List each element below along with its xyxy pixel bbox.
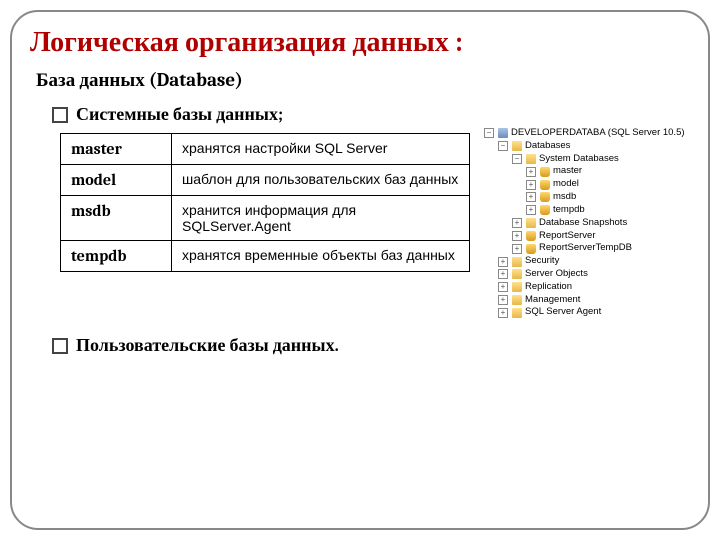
tree-label: SQL Server Agent (525, 306, 601, 319)
object-explorer-tree: − DEVELOPERDATABA (SQL Server 10.5) − Da… (484, 127, 685, 319)
tree-label: Server Objects (525, 268, 588, 281)
square-bullet-icon (52, 338, 68, 354)
expand-icon[interactable]: + (512, 244, 522, 254)
collapse-icon[interactable]: − (498, 141, 508, 151)
tree-label: Database Snapshots (539, 217, 627, 230)
tree-security-node[interactable]: + Security (484, 255, 685, 268)
expand-icon[interactable]: + (498, 295, 508, 305)
folder-icon (512, 257, 522, 267)
folder-icon (512, 295, 522, 305)
folder-icon (512, 269, 522, 279)
folder-icon (512, 282, 522, 292)
tree-db-item[interactable]: + ReportServer (484, 230, 685, 243)
folder-icon (526, 218, 536, 228)
expand-icon[interactable]: + (526, 167, 536, 177)
collapse-icon[interactable]: − (484, 128, 494, 138)
tree-db-item[interactable]: + model (484, 178, 685, 191)
database-icon (540, 167, 550, 177)
bullet-user: Пользовательские базы данных. (52, 335, 690, 356)
collapse-icon[interactable]: − (512, 154, 522, 164)
database-icon (540, 192, 550, 202)
folder-icon (512, 141, 522, 151)
db-name: model (61, 165, 172, 196)
bullet-system-text: Системные базы данных; (76, 104, 283, 125)
tree-system-db-node[interactable]: − System Databases (484, 153, 685, 166)
expand-icon[interactable]: + (498, 282, 508, 292)
tree-label: System Databases (539, 153, 619, 166)
database-icon (540, 205, 550, 215)
table-row: msdb хранится информация для SQLServer.A… (61, 196, 470, 241)
tree-serverobjects-node[interactable]: + Server Objects (484, 268, 685, 281)
db-name: msdb (61, 196, 172, 241)
expand-icon[interactable]: + (498, 257, 508, 267)
bullet-system: Системные базы данных; (52, 104, 690, 125)
table-row: model шаблон для пользовательских баз да… (61, 165, 470, 196)
db-desc: хранятся настройки SQL Server (172, 134, 470, 165)
expand-icon[interactable]: + (498, 308, 508, 318)
tree-db-item[interactable]: + ReportServerTempDB (484, 242, 685, 255)
folder-icon (512, 308, 522, 318)
tree-label: ReportServer (539, 230, 596, 243)
db-name: master (61, 134, 172, 165)
tree-label: DEVELOPERDATABA (SQL Server 10.5) (511, 127, 685, 140)
tree-label: master (553, 165, 582, 178)
tree-db-item[interactable]: + tempdb (484, 204, 685, 217)
slide-subtitle: База данных (Database) (36, 69, 690, 92)
database-icon (526, 231, 536, 241)
content-row: master хранятся настройки SQL Server mod… (30, 133, 690, 319)
expand-icon[interactable]: + (526, 180, 536, 190)
tree-db-item[interactable]: + master (484, 165, 685, 178)
tree-databases-node[interactable]: − Databases (484, 140, 685, 153)
table-row: tempdb хранятся временные объекты баз да… (61, 241, 470, 272)
bullet-user-text: Пользовательские базы данных. (76, 335, 339, 356)
database-icon (540, 180, 550, 190)
expand-icon[interactable]: + (512, 218, 522, 228)
expand-icon[interactable]: + (526, 192, 536, 202)
folder-icon (526, 154, 536, 164)
db-desc: хранится информация для SQLServer.Agent (172, 196, 470, 241)
db-desc: шаблон для пользовательских баз данных (172, 165, 470, 196)
tree-label: Replication (525, 281, 572, 294)
database-icon (526, 244, 536, 254)
tree-label: model (553, 178, 579, 191)
db-desc: хранятся временные объекты баз данных (172, 241, 470, 272)
slide-frame: Логическая организация данных : База дан… (10, 10, 710, 530)
tree-label: Databases (525, 140, 570, 153)
tree-agent-node[interactable]: + SQL Server Agent (484, 306, 685, 319)
tree-label: Management (525, 294, 580, 307)
tree-label: Security (525, 255, 559, 268)
tree-server-node[interactable]: − DEVELOPERDATABA (SQL Server 10.5) (484, 127, 685, 140)
tree-management-node[interactable]: + Management (484, 294, 685, 307)
expand-icon[interactable]: + (526, 205, 536, 215)
expand-icon[interactable]: + (498, 269, 508, 279)
db-name: tempdb (61, 241, 172, 272)
tree-label: tempdb (553, 204, 585, 217)
tree-snapshots-node[interactable]: + Database Snapshots (484, 217, 685, 230)
tree-replication-node[interactable]: + Replication (484, 281, 685, 294)
table-row: master хранятся настройки SQL Server (61, 134, 470, 165)
tree-db-item[interactable]: + msdb (484, 191, 685, 204)
tree-label: msdb (553, 191, 576, 204)
tree-label: ReportServerTempDB (539, 242, 632, 255)
slide-title: Логическая организация данных : (30, 26, 690, 59)
square-bullet-icon (52, 107, 68, 123)
expand-icon[interactable]: + (512, 231, 522, 241)
system-db-table: master хранятся настройки SQL Server mod… (60, 133, 470, 272)
server-icon (498, 128, 508, 138)
